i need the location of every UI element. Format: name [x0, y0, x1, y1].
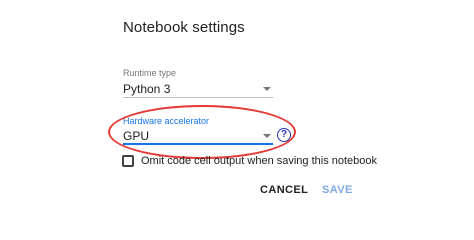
hardware-accelerator-select[interactable]: GPU	[123, 127, 273, 145]
hardware-accelerator-label: Hardware accelerator	[123, 116, 210, 126]
runtime-type-value: Python 3	[123, 82, 171, 96]
chevron-down-icon	[263, 134, 271, 138]
chevron-down-icon	[263, 87, 271, 91]
cancel-button[interactable]: CANCEL	[260, 184, 308, 196]
omit-output-label: Omit code cell output when saving this n…	[141, 155, 378, 167]
notebook-settings-dialog: Notebook settings Runtime type Python 3 …	[0, 0, 474, 209]
omit-output-option[interactable]: Omit code cell output when saving this n…	[122, 155, 377, 167]
runtime-type-label: Runtime type	[123, 68, 177, 78]
runtime-type-select[interactable]: Python 3	[123, 80, 273, 98]
omit-output-checkbox[interactable]	[122, 155, 134, 167]
dialog-title: Notebook settings	[123, 19, 245, 36]
hardware-accelerator-value: GPU	[123, 129, 150, 143]
help-icon[interactable]: ?	[277, 128, 291, 142]
save-button[interactable]: SAVE	[322, 184, 353, 196]
